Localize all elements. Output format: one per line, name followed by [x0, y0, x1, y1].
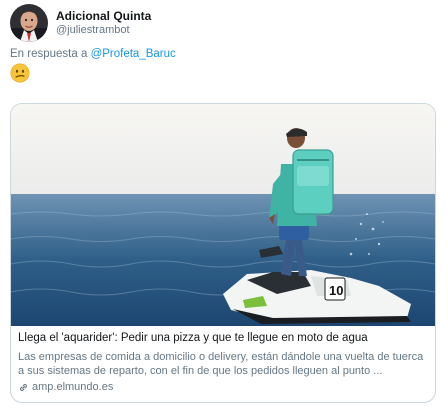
- tweet: Adicional Quinta @juliestrambot En respu…: [0, 0, 448, 410]
- link-icon: [20, 383, 27, 391]
- author-handle[interactable]: @juliestrambot: [56, 24, 130, 36]
- card-title[interactable]: Llega el 'aquarider': Pedir una pizza y …: [18, 332, 430, 344]
- card-domain-row[interactable]: amp.elmundo.es: [18, 381, 113, 393]
- jetski-number: 10: [329, 283, 343, 298]
- avatar[interactable]: [10, 4, 48, 42]
- author-name[interactable]: Adicional Quinta: [56, 9, 151, 23]
- card-description: Las empresas de comida a domicilio o del…: [18, 351, 424, 377]
- reply-prefix: En respuesta a: [10, 48, 91, 60]
- reply-context: En respuesta a @Profeta_Baruc: [10, 48, 176, 60]
- card-domain[interactable]: amp.elmundo.es: [32, 381, 113, 393]
- article-image[interactable]: 10: [11, 104, 435, 326]
- mention-link[interactable]: @Profeta_Baruc: [91, 48, 176, 60]
- link-card[interactable]: 10 Llega el 'aquarider': Pedir una pizza…: [10, 103, 436, 403]
- confused-face-emoji-icon: [10, 63, 30, 83]
